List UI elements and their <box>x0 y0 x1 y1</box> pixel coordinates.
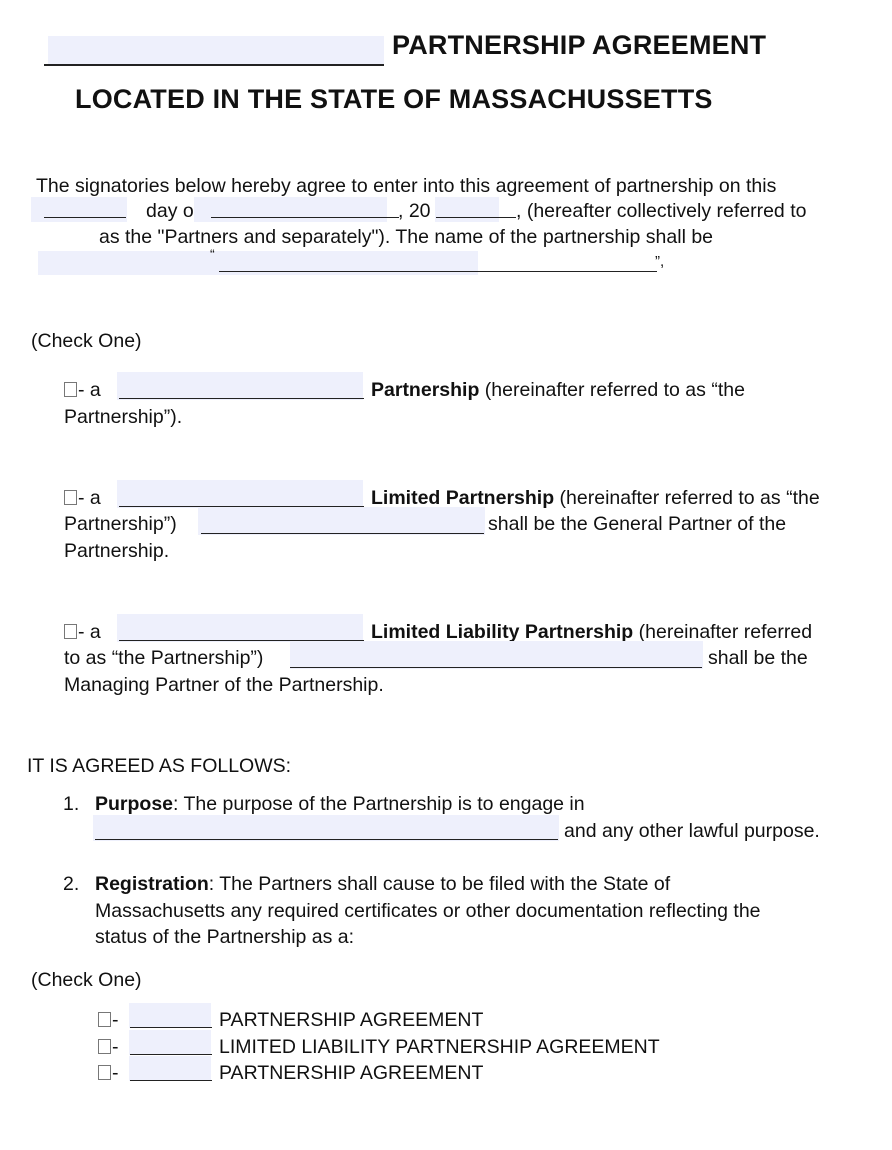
intro-line-3: as the "Partners and separately"). The n… <box>99 226 714 248</box>
check-one-label: (Check One) <box>31 330 142 352</box>
llp-option: - a <box>64 621 101 644</box>
option-desc: (hereinafter referred <box>638 621 813 643</box>
intro-year-prefix: , 20 <box>398 200 431 222</box>
llp-line-3: Managing Partner of the Partnership. <box>64 674 384 696</box>
option-type-bold: Limited Liability Partnership <box>371 621 634 643</box>
section-text: : The purpose of the Partnership is to e… <box>173 793 585 815</box>
agreed-heading: IT IS AGREED AS FOLLOWS: <box>27 755 292 777</box>
section-2-number: 2. <box>63 873 80 895</box>
option-desc: (hereinafter referred to as “the <box>559 487 820 509</box>
option-prefix: - a <box>78 621 101 643</box>
llp-line-2-suffix: shall be the <box>708 647 808 669</box>
section-1-line-2-suffix: and any other lawful purpose. <box>564 820 820 842</box>
registration-underline-3 <box>130 1080 212 1081</box>
option-dash: - <box>112 1009 119 1031</box>
option-desc: (hereinafter referred to as “the <box>484 379 745 401</box>
year-field[interactable] <box>435 197 499 222</box>
registration-checkbox[interactable] <box>98 1012 111 1027</box>
section-2-line-2: Massachusetts any required certificates … <box>95 900 761 922</box>
purpose-field[interactable] <box>93 815 559 841</box>
partnership-name-underline <box>219 271 657 272</box>
section-heading: Purpose <box>95 793 174 815</box>
check-one-label-2: (Check One) <box>31 969 142 991</box>
limited-partnership-checkbox[interactable] <box>64 490 77 505</box>
registration-underline-1 <box>130 1027 212 1028</box>
limited-partnership-line-3: Partnership. <box>64 540 170 562</box>
intro-day-of-text: day of <box>146 200 200 222</box>
general-partner-input[interactable] <box>198 507 485 535</box>
registration-label-2: LIMITED LIABILITY PARTNERSHIP AGREEMENT <box>219 1036 660 1058</box>
partnership-option-1-text: Partnership (hereinafter referred to as … <box>371 379 745 402</box>
llp-line-2-prefix: to as “the Partnership”) <box>64 647 264 669</box>
partnership-type-title-field[interactable] <box>48 36 384 66</box>
registration-label-3: PARTNERSHIP AGREEMENT <box>219 1062 484 1084</box>
document-title: PARTNERSHIP AGREEMENT <box>392 30 767 60</box>
section-heading: Registration <box>95 873 209 895</box>
managing-partner-underline <box>290 667 702 668</box>
close-quote: ”, <box>655 253 665 270</box>
limited-partnership-option: - a <box>64 487 101 510</box>
purpose-underline <box>95 839 558 840</box>
section-1-number: 1. <box>63 793 80 815</box>
partnership-type-title-underline <box>44 64 384 66</box>
section-text: : The Partners shall cause to be filed w… <box>208 873 671 895</box>
intro-line-2-suffix: , (hereafter collectively referred to <box>516 200 807 222</box>
registration-option-1: - <box>98 1009 119 1032</box>
managing-partner-input[interactable] <box>290 641 703 669</box>
llp-name-input[interactable] <box>117 614 363 642</box>
limited-partnership-line-2-prefix: Partnership”) <box>64 513 177 535</box>
partnership-name-input[interactable] <box>117 372 363 400</box>
option-dash: - <box>112 1062 119 1084</box>
llp-checkbox[interactable] <box>64 624 77 639</box>
option-prefix: - a <box>78 487 101 509</box>
registration-checkbox[interactable] <box>98 1065 111 1080</box>
month-underline <box>211 217 399 218</box>
general-partner-underline <box>201 533 484 534</box>
document-subtitle: LOCATED IN THE STATE OF MASSACHUSSETTS <box>75 84 713 114</box>
registration-field-3[interactable] <box>129 1056 211 1081</box>
day-field[interactable] <box>31 197 127 222</box>
registration-field-2[interactable] <box>129 1030 211 1055</box>
year-underline <box>436 217 516 218</box>
registration-underline-2 <box>130 1054 212 1055</box>
day-underline <box>44 217 126 218</box>
registration-label-1: PARTNERSHIP AGREEMENT <box>219 1009 484 1031</box>
registration-field-1[interactable] <box>129 1003 211 1028</box>
option-prefix: - a <box>78 379 101 401</box>
intro-line-1: The signatories below hereby agree to en… <box>36 175 777 197</box>
section-2-line-3: status of the Partnership as a: <box>95 926 355 948</box>
section-1-text: Purpose: The purpose of the Partnership … <box>95 793 585 816</box>
option-type-bold: Limited Partnership <box>371 487 555 509</box>
partnership-name-input-underline <box>119 398 364 399</box>
registration-option-2: - <box>98 1036 119 1059</box>
limited-partnership-line-2-suffix: shall be the General Partner of the <box>488 513 787 535</box>
partnership-option-1-line-2: Partnership”). <box>64 406 183 428</box>
partnership-checkbox[interactable] <box>64 382 77 397</box>
registration-option-3: - <box>98 1062 119 1085</box>
option-dash: - <box>112 1036 119 1058</box>
option-type-bold: Partnership <box>371 379 480 401</box>
month-field[interactable] <box>194 197 387 222</box>
open-quote: “ <box>210 246 215 262</box>
section-2-text: Registration: The Partners shall cause t… <box>95 873 670 896</box>
registration-checkbox[interactable] <box>98 1039 111 1054</box>
partnership-option-1: - a <box>64 379 101 402</box>
limited-partnership-name-input[interactable] <box>117 480 363 508</box>
